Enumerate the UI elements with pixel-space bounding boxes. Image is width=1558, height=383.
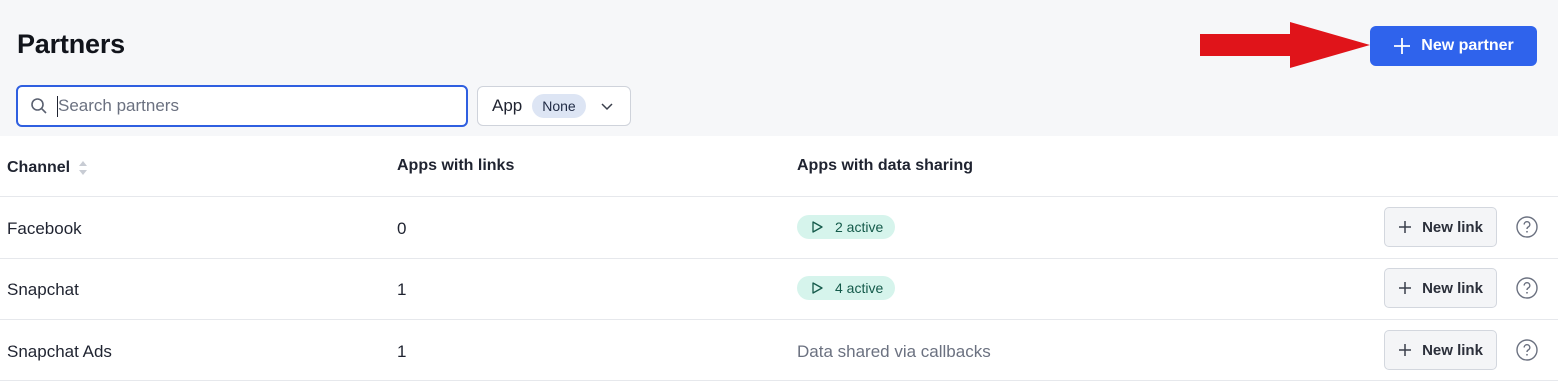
app-filter-value: None [532,94,586,118]
column-header-channel-label: Channel [7,159,71,176]
play-icon [812,282,823,294]
search-input[interactable] [58,87,466,125]
column-header-channel[interactable]: Channel [7,157,88,179]
channel-name[interactable]: Snapchat Ads [7,342,112,362]
table-divider [0,258,1558,259]
column-header-apps-with-links-label: Apps with links [397,157,515,174]
table-divider [0,380,1558,381]
search-field[interactable] [16,85,468,127]
column-header-apps-with-data-sharing: Apps with data sharing [797,157,973,175]
new-link-button[interactable]: New link [1384,268,1497,308]
data-sharing-status-badge[interactable]: 4 active [797,276,896,300]
table-divider [0,319,1558,320]
chevron-down-icon [601,103,613,111]
page-title: Partners [17,29,125,59]
data-sharing-status-badge[interactable]: 2 active [797,215,896,239]
data-sharing-status-text: 4 active [835,280,884,296]
plus-icon [1399,282,1412,294]
channel-name[interactable]: Facebook [7,219,82,239]
new-partner-label: New partner [1421,37,1514,54]
help-icon[interactable] [1516,216,1538,238]
new-partner-button[interactable]: New partner [1370,26,1537,66]
column-header-apps-with-links: Apps with links [397,157,514,175]
apps-with-links-count: 1 [397,342,407,361]
new-link-label: New link [1422,279,1483,297]
app-filter-dropdown[interactable]: App None [477,86,631,126]
help-icon[interactable] [1516,339,1538,361]
new-link-label: New link [1422,341,1483,359]
channel-name[interactable]: Snapchat [7,280,79,300]
text-caret [57,96,58,117]
data-sharing-text: Data shared via callbacks [797,342,991,361]
help-icon[interactable] [1516,277,1538,299]
apps-with-links-count: 1 [397,280,407,299]
search-icon [31,98,47,114]
new-link-button[interactable]: New link [1384,207,1497,247]
annotation-arrow-icon [1200,22,1370,68]
plus-icon [1394,38,1411,54]
sort-icon[interactable] [78,157,88,179]
table-divider [0,196,1558,197]
data-sharing-status-text: 2 active [835,219,884,235]
apps-with-links-count: 0 [397,219,407,238]
plus-icon [1399,344,1412,356]
new-link-label: New link [1422,218,1483,236]
app-filter-label: App [492,96,523,115]
play-icon [812,221,823,233]
new-link-button[interactable]: New link [1384,330,1497,370]
column-header-apps-with-data-sharing-label: Apps with data sharing [797,157,974,174]
plus-icon [1399,221,1412,233]
